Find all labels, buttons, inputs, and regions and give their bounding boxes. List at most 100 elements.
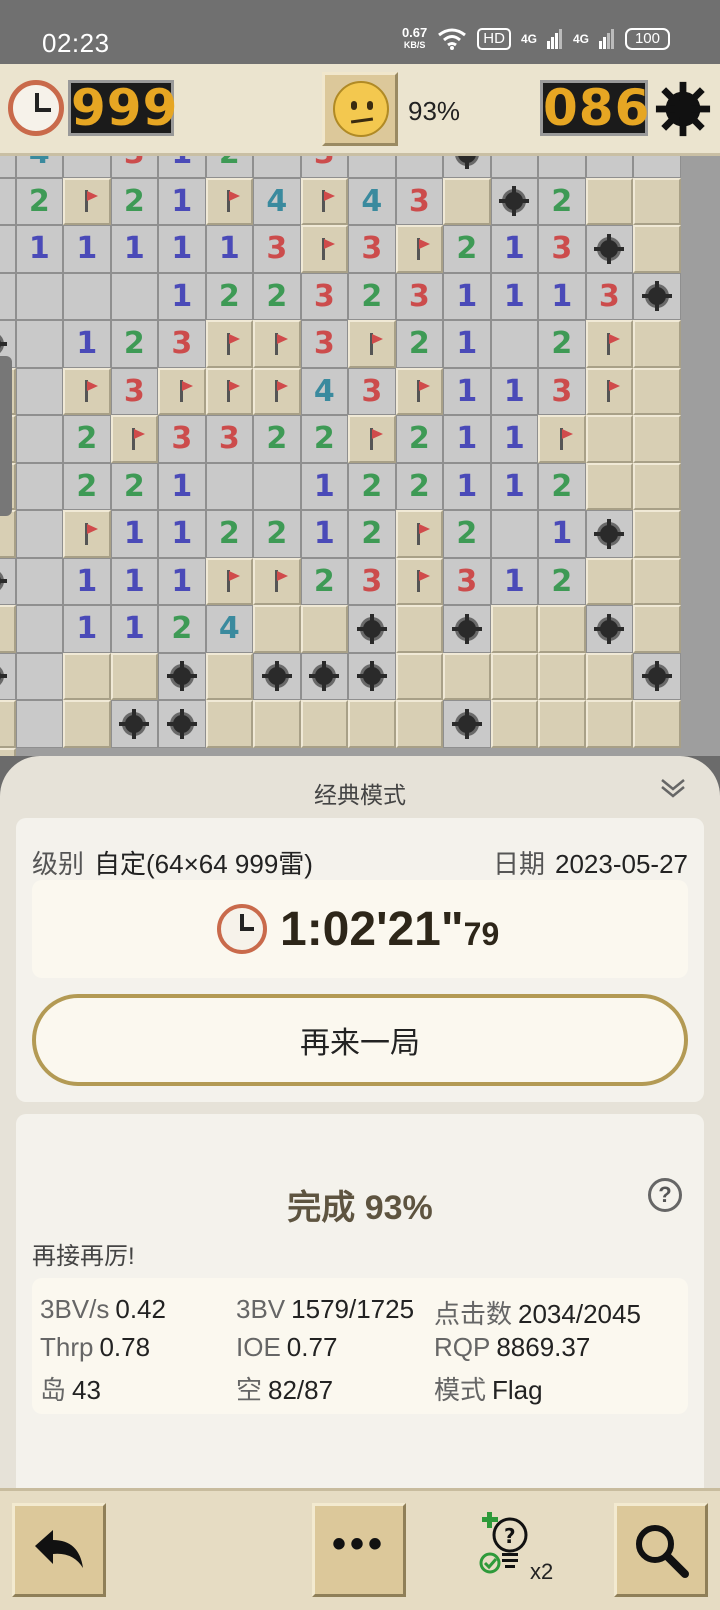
cell-number[interactable]: 1 — [158, 510, 206, 558]
cell-number[interactable]: 3 — [348, 225, 396, 273]
more-button[interactable]: ••• — [312, 1503, 406, 1597]
cell-number[interactable]: 1 — [205, 225, 253, 273]
cell-number[interactable]: 2 — [205, 510, 253, 558]
cell-covered[interactable] — [253, 605, 301, 653]
cell-covered[interactable] — [633, 462, 681, 510]
cell-flagged[interactable] — [110, 415, 158, 463]
search-button[interactable] — [614, 1503, 708, 1597]
scroll-handle[interactable] — [0, 356, 12, 516]
cell-number[interactable]: 1 — [110, 225, 158, 273]
cell-number[interactable]: 1 — [443, 272, 491, 320]
cell-number[interactable]: 3 — [395, 272, 443, 320]
mine-settings-icon[interactable] — [654, 80, 712, 138]
cell-number[interactable]: 1 — [490, 367, 538, 415]
cell-number[interactable]: 3 — [585, 272, 633, 320]
cell-number[interactable]: 2 — [538, 177, 586, 225]
cell-mine[interactable] — [348, 652, 396, 700]
cell-flagged[interactable] — [585, 320, 633, 368]
cell-empty[interactable] — [490, 510, 538, 558]
cell-number[interactable]: 2 — [63, 462, 111, 510]
cell-covered[interactable] — [585, 462, 633, 510]
cell-number[interactable]: 1 — [443, 367, 491, 415]
cell-covered[interactable] — [490, 652, 538, 700]
cell-mine[interactable] — [348, 605, 396, 653]
cell-empty[interactable] — [253, 156, 301, 178]
cell-number[interactable]: 3 — [110, 367, 158, 415]
cell-flagged[interactable] — [395, 367, 443, 415]
reset-face-button[interactable] — [322, 72, 398, 146]
cell-flagged[interactable] — [300, 177, 348, 225]
cell-covered[interactable] — [538, 700, 586, 748]
cell-number[interactable]: 3 — [300, 272, 348, 320]
cell-flagged[interactable] — [205, 557, 253, 605]
cell-flagged[interactable] — [205, 177, 253, 225]
cell-covered[interactable] — [443, 652, 491, 700]
hint-button[interactable]: ? x2 — [476, 1505, 566, 1595]
cell-number[interactable]: 2 — [348, 462, 396, 510]
cell-covered[interactable] — [205, 652, 253, 700]
cell-number[interactable]: 1 — [443, 320, 491, 368]
cell-number[interactable]: 3 — [158, 320, 206, 368]
cell-flagged[interactable] — [253, 557, 301, 605]
cell-number[interactable]: 1 — [158, 272, 206, 320]
cell-covered[interactable] — [633, 605, 681, 653]
cell-number[interactable]: 2 — [110, 462, 158, 510]
cell-number[interactable]: 4 — [348, 177, 396, 225]
cell-covered[interactable] — [300, 605, 348, 653]
cell-empty[interactable] — [15, 700, 63, 748]
cell-covered[interactable] — [0, 605, 16, 653]
cell-mine[interactable] — [633, 272, 681, 320]
cell-covered[interactable] — [585, 700, 633, 748]
cell-flagged[interactable] — [395, 510, 443, 558]
cell-flagged[interactable] — [63, 510, 111, 558]
cell-number[interactable]: 1 — [158, 225, 206, 273]
cell-empty[interactable] — [585, 156, 633, 178]
cell-covered[interactable] — [395, 605, 443, 653]
cell-mine[interactable] — [110, 700, 158, 748]
cell-covered[interactable] — [490, 605, 538, 653]
cell-number[interactable]: 3 — [443, 557, 491, 605]
collapse-chevron-icon[interactable] — [660, 774, 686, 800]
cell-number[interactable]: 1 — [490, 225, 538, 273]
cell-mine[interactable] — [490, 177, 538, 225]
cell-flagged[interactable] — [348, 415, 396, 463]
cell-flagged[interactable] — [395, 225, 443, 273]
cell-mine[interactable] — [443, 156, 491, 178]
cell-covered[interactable] — [63, 700, 111, 748]
cell-empty[interactable] — [348, 156, 396, 178]
cell-number[interactable]: 2 — [110, 320, 158, 368]
cell-mine[interactable] — [158, 700, 206, 748]
cell-number[interactable]: 2 — [300, 415, 348, 463]
cell-covered[interactable] — [63, 652, 111, 700]
cell-number[interactable]: 2 — [538, 462, 586, 510]
cell-empty[interactable] — [15, 367, 63, 415]
play-again-button[interactable]: 再来一局 — [32, 994, 688, 1086]
cell-number[interactable]: 3 — [110, 156, 158, 178]
cell-empty[interactable] — [0, 272, 16, 320]
cell-empty[interactable] — [15, 415, 63, 463]
cell-covered[interactable] — [395, 652, 443, 700]
cell-covered[interactable] — [633, 510, 681, 558]
cell-covered[interactable] — [585, 652, 633, 700]
cell-number[interactable]: 2 — [253, 415, 301, 463]
cell-number[interactable]: 4 — [300, 367, 348, 415]
cell-number[interactable]: 1 — [538, 272, 586, 320]
cell-mine[interactable] — [585, 225, 633, 273]
cell-covered[interactable] — [0, 700, 16, 748]
cell-flagged[interactable] — [348, 320, 396, 368]
cell-empty[interactable] — [15, 605, 63, 653]
cell-number[interactable]: 3 — [253, 225, 301, 273]
cell-flagged[interactable] — [205, 367, 253, 415]
cell-flagged[interactable] — [253, 320, 301, 368]
cell-number[interactable]: 2 — [63, 415, 111, 463]
cell-mine[interactable] — [443, 605, 491, 653]
cell-number[interactable]: 2 — [443, 225, 491, 273]
cell-number[interactable]: 1 — [15, 225, 63, 273]
cell-covered[interactable] — [633, 367, 681, 415]
cell-number[interactable]: 2 — [348, 272, 396, 320]
cell-number[interactable]: 3 — [158, 415, 206, 463]
cell-empty[interactable] — [15, 462, 63, 510]
minefield-grid[interactable]: 4312322144321111133213122323111312332123… — [0, 156, 681, 756]
cell-number[interactable]: 2 — [158, 605, 206, 653]
cell-flagged[interactable] — [395, 557, 443, 605]
